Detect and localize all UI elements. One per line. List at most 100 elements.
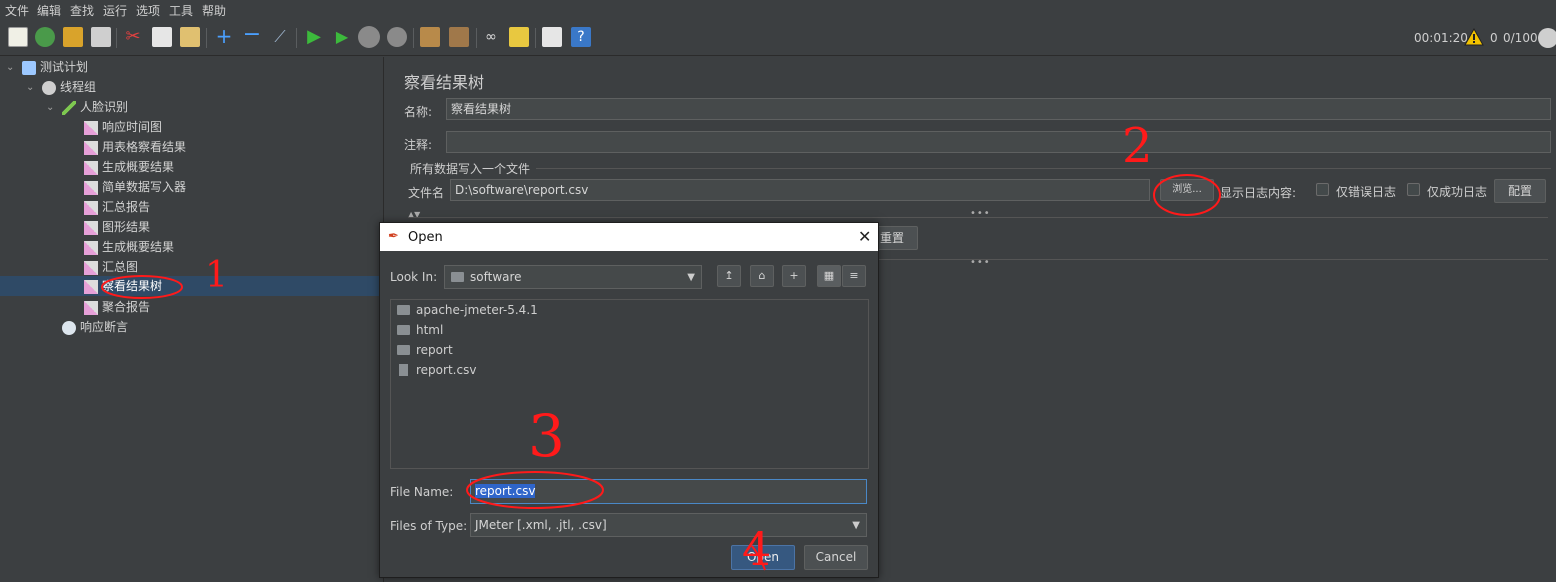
chevron-down-icon[interactable]: ⌄ [26,83,36,93]
file-name: html [416,323,444,337]
active-threads: 0/100 [1503,31,1538,45]
file-name: report [416,343,453,357]
menu-edit[interactable]: 编辑 [37,2,61,19]
start-no-pause-icon[interactable]: ▶ [332,27,352,47]
tree-node-listener[interactable]: 用表格察看结果 [84,137,186,157]
collapse-icon[interactable]: − [242,24,262,47]
test-plan-tree: ⌄ 测试计划 ⌄ 线程组 ⌄ 人脸识别 响应时间图 用表格察看结果 生成概要结果… [0,57,384,582]
save-icon[interactable] [91,27,111,47]
new-icon[interactable] [8,27,28,47]
tree-node-listener[interactable]: 响应时间图 [84,117,162,137]
tree-node-test-plan[interactable]: 测试计划 [22,57,88,77]
graph-icon [84,240,98,255]
toolbar: ✂ + − ⟋ ▶ ▶ ∞ ? 00:01:20 0 0/100 [0,20,1556,56]
toolbar-separator [535,28,536,48]
tree-node-label: 汇总图 [102,260,139,274]
errors-only-label: 仅错误日志 [1336,185,1397,199]
comment-field[interactable] [446,131,1551,153]
open-icon[interactable] [63,27,83,47]
tree-node-listener[interactable]: 汇总报告 [84,197,150,217]
graph-icon [84,180,98,195]
magnifier-icon [62,320,76,335]
tree-node-label: 生成概要结果 [102,160,175,174]
menu-tools[interactable]: 工具 [169,2,193,19]
chevron-down-icon[interactable]: ⌄ [6,63,16,73]
function-helper-icon[interactable] [542,27,562,47]
open-file-dialog: ✒ Open ✕ Look In: software ▼ ↥ ⌂ + ▦ ≡ a… [379,222,879,578]
file-name-input[interactable]: report.csv [470,479,867,504]
menu-file[interactable]: 文件 [5,2,29,19]
list-item[interactable]: apache-jmeter-5.4.1 [397,300,538,320]
filename-label: 文件名 [408,186,445,200]
start-icon[interactable]: ▶ [304,27,324,47]
tree-node-listener[interactable]: 简单数据写入器 [84,177,186,197]
menu-help[interactable]: 帮助 [202,2,226,19]
browse-button[interactable]: 浏览... [1160,179,1214,201]
list-view-icon[interactable]: ▦ [817,265,841,287]
toolbar-separator [413,28,414,48]
cancel-button[interactable]: Cancel [804,545,868,570]
tree-node-listener[interactable]: 聚合报告 [84,297,150,317]
shutdown-icon[interactable] [387,27,407,47]
menu-run[interactable]: 运行 [103,2,127,19]
up-folder-icon[interactable]: ↥ [717,265,741,287]
templates-icon[interactable] [35,27,55,47]
list-item[interactable]: html [397,320,443,340]
chevron-down-icon: ▼ [687,272,695,283]
tree-node-listener[interactable]: 生成概要结果 [84,157,174,177]
configure-button[interactable]: 配置 [1494,179,1546,203]
reset-search-icon[interactable] [509,27,529,47]
tree-node-listener[interactable]: 汇总图 [84,257,138,277]
tree-node-label: 响应时间图 [102,120,163,134]
close-icon[interactable]: ✕ [858,227,871,246]
stop-icon[interactable] [358,26,380,48]
file-name-input-value: report.csv [475,484,536,498]
tree-node-sampler[interactable]: 人脸识别 [62,97,128,117]
pipette-icon [62,100,76,115]
copy-icon[interactable] [152,27,172,47]
file-list: apache-jmeter-5.4.1 html report report.c… [390,299,869,469]
menu-options[interactable]: 选项 [136,2,160,19]
files-of-type-select[interactable]: JMeter [.xml, .jtl, .csv] ▼ [470,513,867,537]
tree-node-listener-selected[interactable]: 察看结果树 [84,276,162,296]
file-name: apache-jmeter-5.4.1 [416,303,538,317]
warning-icon[interactable] [1464,27,1484,46]
new-folder-icon[interactable]: + [782,265,806,287]
paste-icon[interactable] [180,27,200,47]
tree-node-listener[interactable]: 生成概要结果 [84,237,174,257]
tree-node-label: 响应断言 [80,320,129,334]
help-icon[interactable]: ? [571,27,591,47]
file-name: report.csv [416,363,477,377]
drag-handle-icon[interactable]: ••• [970,257,991,268]
list-item[interactable]: report.csv [397,360,476,380]
list-item[interactable]: report [397,340,453,360]
files-of-type-label: Files of Type: [390,519,468,533]
graph-icon [84,220,98,235]
tree-node-listener[interactable]: 图形结果 [84,217,150,237]
filename-field[interactable]: D:\software\report.csv [450,179,1150,201]
gear-icon [42,80,56,95]
toolbar-separator [206,28,207,48]
chevron-down-icon[interactable]: ⌄ [46,103,56,113]
name-field[interactable]: 察看结果树 [446,98,1551,120]
search-icon[interactable]: ∞ [481,27,501,47]
graph-icon [84,140,98,155]
elapsed-timer: 00:01:20 [1414,31,1468,45]
clear-icon[interactable] [420,27,440,47]
warning-count: 0 [1490,31,1498,45]
details-view-icon[interactable]: ≡ [842,265,866,287]
clear-all-icon[interactable] [449,27,469,47]
success-only-checkbox[interactable] [1407,183,1420,196]
tree-node-thread-group[interactable]: 线程组 [42,77,96,97]
look-in-select[interactable]: software ▼ [444,265,702,289]
cut-icon[interactable]: ✂ [123,27,143,47]
toggle-icon[interactable]: ⟋ [270,27,290,47]
tree-node-assertion[interactable]: 响应断言 [62,317,128,337]
home-icon[interactable]: ⌂ [750,265,774,287]
annotation-number-3: 3 [528,402,565,470]
tree-node-label: 汇总报告 [102,200,151,214]
errors-only-checkbox[interactable] [1316,183,1329,196]
menubar: 文件 编辑 查找 运行 选项 工具 帮助 [0,0,1556,20]
menu-search[interactable]: 查找 [70,2,94,19]
expand-icon[interactable]: + [214,26,234,47]
